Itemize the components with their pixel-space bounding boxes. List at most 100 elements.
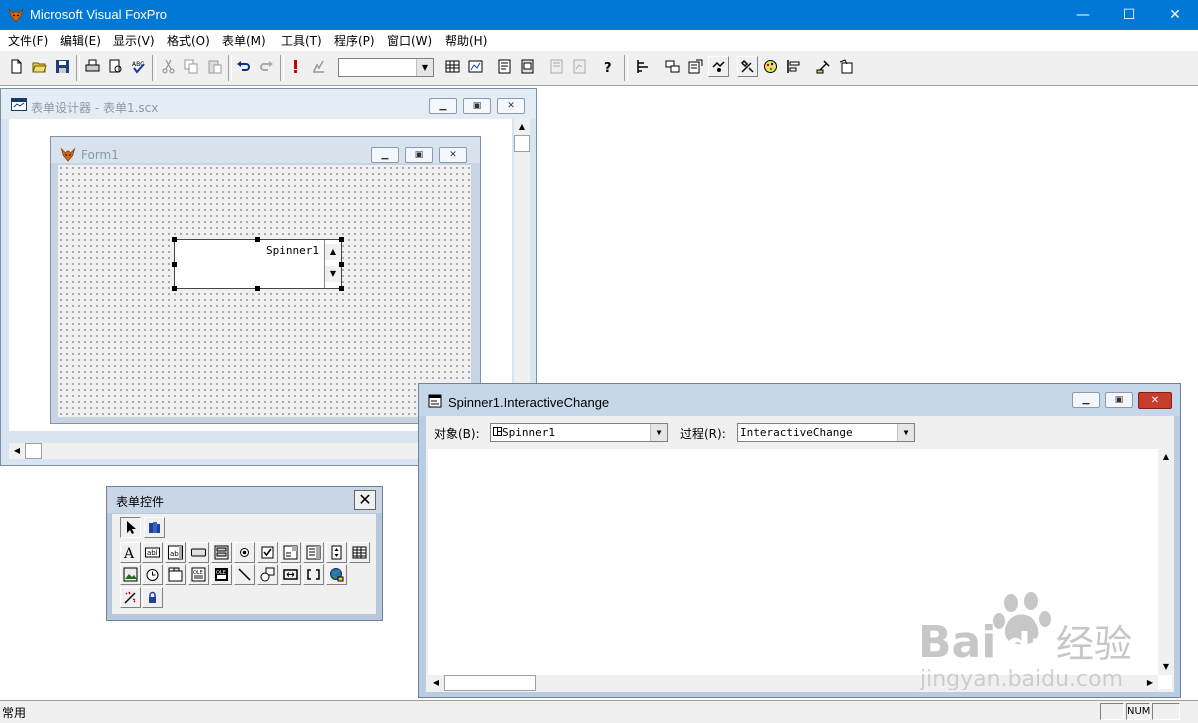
close-button[interactable]: ✕	[1152, 0, 1198, 30]
menu-program[interactable]: 程序(P)	[334, 32, 375, 49]
page-frame-control-icon[interactable]	[165, 564, 186, 585]
chevron-down-icon[interactable]: ▼	[416, 59, 433, 76]
form1-minimize-button[interactable]: ▁	[371, 147, 399, 163]
object-combo[interactable]: Spinner1 ▼	[490, 423, 668, 442]
separator-control-icon[interactable]	[303, 564, 324, 585]
run-exclamation-icon[interactable]	[285, 56, 306, 77]
menu-file[interactable]: 文件(F)	[8, 32, 48, 49]
shape-control-icon[interactable]	[257, 564, 278, 585]
chevron-down-icon[interactable]: ▼	[897, 424, 914, 441]
spinner1-control[interactable]: Spinner1 ▲ ▼	[174, 239, 342, 289]
menu-view[interactable]: 显示(V)	[113, 32, 155, 49]
layout-toolbar-icon[interactable]	[783, 56, 804, 77]
database-icon[interactable]	[442, 56, 463, 77]
paste-icon[interactable]	[204, 56, 225, 77]
print-preview-icon[interactable]	[105, 56, 126, 77]
hyperlink-globe-icon[interactable]	[326, 564, 347, 585]
code-window-minimize-button[interactable]: ▁	[1072, 392, 1100, 408]
container-control-icon[interactable]	[280, 564, 301, 585]
spin-up-arrow-icon[interactable]: ▲	[325, 244, 341, 260]
button-lock-padlock-icon[interactable]	[142, 587, 163, 608]
menu-edit[interactable]: 编辑(E)	[60, 32, 101, 49]
procedure-combo[interactable]: InteractiveChange ▼	[737, 423, 915, 442]
view-wizard-icon[interactable]	[569, 56, 590, 77]
code-window-restore-button[interactable]: ▣	[1105, 392, 1133, 408]
chevron-down-icon[interactable]: ▼	[650, 424, 667, 441]
scroll-thumb[interactable]	[444, 675, 536, 691]
form-builder-icon[interactable]	[813, 56, 834, 77]
menu-window[interactable]: 窗口(W)	[387, 32, 432, 49]
command-group-control-icon[interactable]	[211, 542, 232, 563]
form1-close-button[interactable]: ✕	[439, 147, 467, 163]
scroll-left-arrow-icon[interactable]: ◀	[9, 443, 25, 459]
code-window-close-button[interactable]: ✕	[1138, 392, 1172, 409]
open-folder-icon[interactable]	[29, 56, 50, 77]
form-wizard-icon[interactable]	[465, 56, 486, 77]
auto-format-icon[interactable]	[836, 56, 857, 77]
minimize-button[interactable]: —	[1060, 0, 1106, 30]
ole-bound-control-icon[interactable]: OLE	[211, 564, 232, 585]
ole-container-control-icon[interactable]: OLE	[188, 564, 209, 585]
print-icon[interactable]	[82, 56, 103, 77]
new-file-icon[interactable]	[6, 56, 27, 77]
builder-lock-icon[interactable]	[120, 587, 141, 608]
image-control-icon[interactable]	[120, 564, 141, 585]
scroll-thumb[interactable]	[25, 443, 42, 459]
form-controls-toolbar-icon[interactable]	[737, 56, 758, 77]
cut-icon[interactable]	[158, 56, 179, 77]
form-controls-titlebar[interactable]: 表单控件 ✕	[107, 487, 382, 513]
view-classes-books-icon[interactable]	[144, 517, 165, 538]
menu-tools[interactable]: 工具(T)	[281, 32, 322, 49]
form-designer-restore-button[interactable]: ▣	[463, 98, 491, 114]
selection-handle[interactable]	[255, 286, 260, 291]
scroll-down-arrow-icon[interactable]: ▼	[1158, 659, 1174, 675]
scroll-left-arrow-icon[interactable]: ◀	[428, 675, 444, 691]
form-designer-icon[interactable]	[633, 56, 654, 77]
form1-restore-button[interactable]: ▣	[405, 147, 433, 163]
menu-help[interactable]: 帮助(H)	[445, 32, 487, 49]
line-control-icon[interactable]	[234, 564, 255, 585]
combo-box-control-icon[interactable]	[280, 542, 301, 563]
modify-form-icon[interactable]	[308, 56, 329, 77]
timer-control-icon[interactable]	[142, 564, 163, 585]
selection-handle[interactable]	[172, 262, 177, 267]
label-wizard-icon[interactable]	[517, 56, 538, 77]
redo-icon[interactable]	[256, 56, 277, 77]
report-wizard-icon[interactable]	[494, 56, 515, 77]
grid-control-icon[interactable]	[349, 542, 370, 563]
selection-handle[interactable]	[339, 286, 344, 291]
scroll-thumb[interactable]	[514, 135, 530, 152]
code-window-icon[interactable]	[708, 56, 729, 77]
form-designer-close-button[interactable]: ✕	[497, 98, 525, 114]
select-objects-arrow-icon[interactable]	[120, 517, 141, 538]
selection-handle[interactable]	[172, 237, 177, 242]
form-controls-close-button[interactable]: ✕	[354, 490, 376, 510]
selection-handle[interactable]	[339, 262, 344, 267]
text-box-control-icon[interactable]: abl	[142, 542, 163, 563]
command-button-control-icon[interactable]	[188, 542, 209, 563]
spinner-control-icon[interactable]	[326, 542, 347, 563]
data-environment-icon[interactable]	[662, 56, 683, 77]
toolbar-combo[interactable]: ▼	[338, 58, 434, 77]
selection-handle[interactable]	[172, 286, 177, 291]
list-box-control-icon[interactable]	[303, 542, 324, 563]
menu-format[interactable]: 格式(O)	[167, 32, 210, 49]
form1-window[interactable]: Form1 ▁ ▣ ✕ Spinner1 ▲ ▼	[50, 136, 481, 424]
save-disk-icon[interactable]	[52, 56, 73, 77]
spell-check-icon[interactable]: ABC	[128, 56, 149, 77]
copy-icon[interactable]	[181, 56, 202, 77]
check-box-control-icon[interactable]	[257, 542, 278, 563]
help-question-icon[interactable]: ?	[598, 56, 619, 77]
form1-design-canvas[interactable]: Spinner1 ▲ ▼	[58, 165, 471, 417]
query-wizard-icon[interactable]	[546, 56, 567, 77]
properties-window-icon[interactable]	[685, 56, 706, 77]
form-controls-toolbar[interactable]: 表单控件 ✕ A abl ab OLE OLE	[106, 486, 383, 621]
color-palette-icon[interactable]	[760, 56, 781, 77]
option-group-control-icon[interactable]	[234, 542, 255, 563]
code-vertical-scrollbar[interactable]: ▲ ▼	[1158, 449, 1174, 675]
spin-down-arrow-icon[interactable]: ▼	[325, 266, 341, 282]
scroll-up-arrow-icon[interactable]: ▲	[1158, 449, 1174, 465]
scroll-up-arrow-icon[interactable]: ▲	[514, 119, 530, 135]
selection-handle[interactable]	[255, 237, 260, 242]
maximize-button[interactable]: ☐	[1106, 0, 1152, 30]
